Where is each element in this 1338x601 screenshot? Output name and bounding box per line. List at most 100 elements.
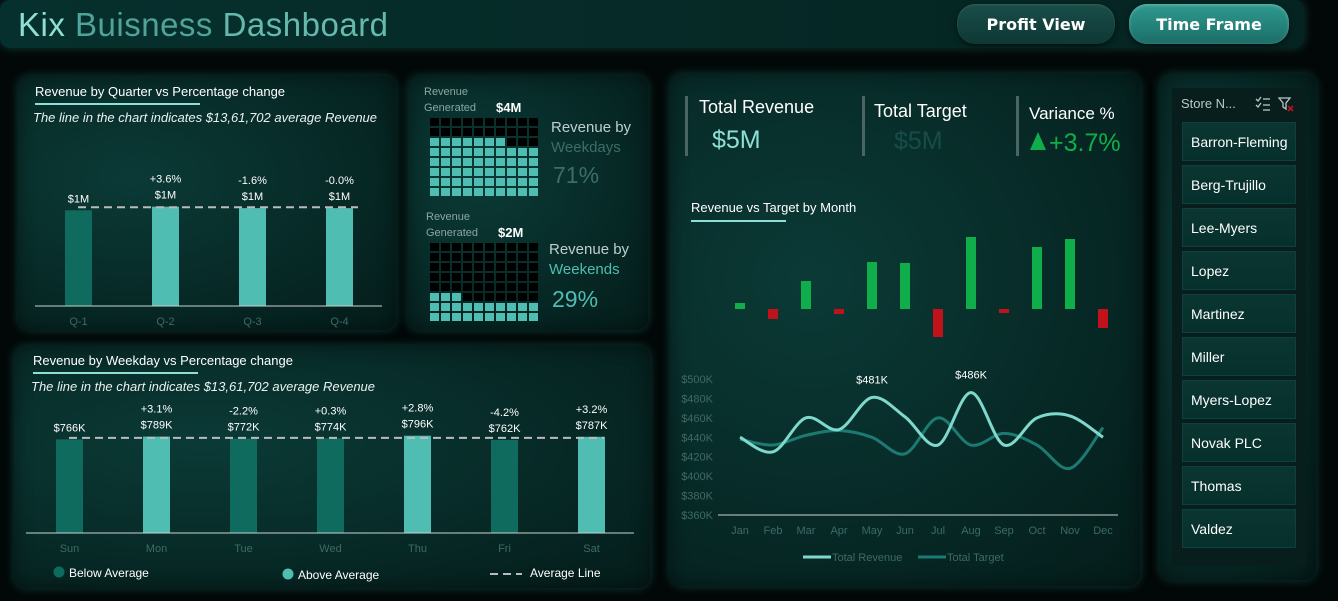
x-tick-label: Mon bbox=[146, 543, 167, 555]
slicer-item-lopez[interactable]: Lopez bbox=[1182, 251, 1296, 290]
title-word-2: Buisness bbox=[75, 6, 223, 43]
value-label: $1M bbox=[329, 191, 350, 203]
weekdays-waffle-cell bbox=[474, 128, 483, 136]
value-label: $774K bbox=[315, 421, 347, 433]
weekends-waffle-cell bbox=[474, 243, 483, 251]
weekdays-waffle-cell bbox=[463, 178, 472, 186]
weekday-weekend-panel: Revenue Generated $4M Revenue by Weekdays… bbox=[408, 76, 648, 330]
month-x-tick-label: Aug bbox=[961, 525, 981, 537]
weekends-waffle-cell bbox=[518, 243, 527, 251]
slicer-item-valdez[interactable]: Valdez bbox=[1182, 509, 1296, 548]
slicer-item-lee-myers[interactable]: Lee-Myers bbox=[1182, 208, 1296, 247]
bar-Wed bbox=[317, 438, 344, 533]
value-label: $766K bbox=[54, 422, 86, 434]
legend-above-average-marker bbox=[282, 568, 294, 580]
slicer-item-miller[interactable]: Miller bbox=[1182, 337, 1296, 376]
weekdays-waffle-cell bbox=[496, 138, 505, 146]
weekdays-waffle-cell bbox=[507, 148, 516, 156]
month-x-tick-label: Nov bbox=[1060, 525, 1080, 537]
x-tick-label: Q-2 bbox=[156, 316, 174, 328]
weekdays-waffle-cell bbox=[430, 128, 439, 136]
slicer-item-myers-lopez[interactable]: Myers-Lopez bbox=[1182, 380, 1296, 419]
percent-change-label: +3.2% bbox=[576, 404, 608, 416]
weekdays-waffle-cell bbox=[452, 118, 461, 126]
weekends-waffle-cell bbox=[496, 273, 505, 281]
quarter-revenue-panel: Revenue by Quarter vs Percentage change … bbox=[18, 76, 396, 330]
percent-change-label: -2.2% bbox=[229, 406, 258, 418]
store-slicer-panel: Store N... Barron-Fleming Berg-Trujillo Le… bbox=[1160, 74, 1316, 580]
percent-change-label: -4.2% bbox=[490, 407, 519, 419]
weekdays-waffle-cell bbox=[518, 158, 527, 166]
weekdays-waffle-cell bbox=[518, 138, 527, 146]
weekdays-waffle-cell bbox=[474, 168, 483, 176]
variance-bar-Sep bbox=[999, 309, 1009, 313]
weekdays-waffle-cell bbox=[452, 128, 461, 136]
weekends-waffle-cell bbox=[474, 283, 483, 291]
percent-change-label: -1.6% bbox=[238, 175, 267, 187]
weekdays-waffle-cell bbox=[441, 128, 450, 136]
variance-bar-Mar bbox=[801, 281, 811, 309]
bar-Thu bbox=[404, 435, 431, 533]
weekends-waffle-cell bbox=[518, 313, 527, 321]
weekends-waffle-cell bbox=[452, 263, 461, 271]
clear-filter-icon[interactable] bbox=[1278, 96, 1294, 112]
month-x-tick-label: Feb bbox=[764, 525, 783, 537]
y-tick-label: $360K bbox=[681, 510, 713, 522]
weekdays-caption-2: Weekdays bbox=[551, 139, 621, 156]
variance-bar-Apr bbox=[834, 309, 844, 314]
weekends-waffle-cell bbox=[518, 273, 527, 281]
slicer-item-barron-fleming[interactable]: Barron-Fleming bbox=[1182, 122, 1296, 161]
weekends-waffle-cell bbox=[430, 263, 439, 271]
time-frame-button[interactable]: Time Frame bbox=[1129, 4, 1289, 44]
weekdays-waffle-cell bbox=[452, 188, 461, 196]
weekends-waffle-cell bbox=[430, 273, 439, 281]
weekends-waffle-cell bbox=[474, 273, 483, 281]
multi-select-icon[interactable] bbox=[1255, 96, 1271, 112]
weekdays-waffle-cell bbox=[441, 138, 450, 146]
weekends-waffle-cell bbox=[518, 303, 527, 311]
weekends-waffle-cell bbox=[441, 303, 450, 311]
weekends-waffle-cell bbox=[441, 263, 450, 271]
weekdays-waffle-cell bbox=[507, 128, 516, 136]
bar-Q-1 bbox=[65, 210, 92, 306]
variance-bar-Nov bbox=[1065, 239, 1075, 309]
weekdays-waffle-cell bbox=[452, 138, 461, 146]
weekends-waffle-cell bbox=[485, 293, 494, 301]
x-tick-label: Q-1 bbox=[69, 316, 87, 328]
weekends-waffle-cell bbox=[496, 283, 505, 291]
slicer-item-martinez[interactable]: Martinez bbox=[1182, 294, 1296, 333]
y-tick-label: $460K bbox=[681, 413, 713, 425]
weekends-waffle-cell bbox=[463, 303, 472, 311]
legend-revenue-label: Total Revenue bbox=[832, 552, 902, 564]
weekends-waffle-cell bbox=[441, 273, 450, 281]
value-label: $762K bbox=[489, 423, 521, 435]
y-tick-label: $420K bbox=[681, 452, 713, 464]
header-bar: Kix Buisness Dashboard Profit View Time … bbox=[0, 0, 1304, 48]
slicer-item-thomas[interactable]: Thomas bbox=[1182, 466, 1296, 505]
weekends-waffle-cell bbox=[452, 313, 461, 321]
weekdays-waffle-cell bbox=[496, 168, 505, 176]
weekdays-waffle-cell bbox=[430, 168, 439, 176]
weekends-waffle-cell bbox=[430, 283, 439, 291]
slicer-item-novak-plc[interactable]: Novak PLC bbox=[1182, 423, 1296, 462]
weekdays-waffle-cell bbox=[507, 138, 516, 146]
weekdays-waffle-cell bbox=[518, 188, 527, 196]
value-label: $789K bbox=[141, 420, 173, 432]
weekdays-waffle-cell bbox=[529, 128, 538, 136]
month-x-tick-label: Jan bbox=[731, 525, 749, 537]
month-x-tick-label: Mar bbox=[797, 525, 816, 537]
value-label: $1M bbox=[155, 190, 176, 202]
bar-Sun bbox=[56, 439, 83, 533]
weekends-waffle-cell bbox=[529, 273, 538, 281]
month-x-tick-label: Sep bbox=[994, 525, 1014, 537]
percent-change-label: +3.6% bbox=[150, 174, 182, 186]
weekends-waffle-cell bbox=[430, 293, 439, 301]
legend-target-label: Total Target bbox=[947, 552, 1004, 564]
weekends-waffle-cell bbox=[463, 283, 472, 291]
profit-view-button[interactable]: Profit View bbox=[957, 4, 1115, 44]
slicer-item-berg-trujillo[interactable]: Berg-Trujillo bbox=[1182, 165, 1296, 204]
weekdays-waffle-cell bbox=[485, 138, 494, 146]
weekdays-waffle-cell bbox=[518, 168, 527, 176]
weekdays-waffle-cell bbox=[452, 178, 461, 186]
weekdays-waffle-cell bbox=[518, 148, 527, 156]
